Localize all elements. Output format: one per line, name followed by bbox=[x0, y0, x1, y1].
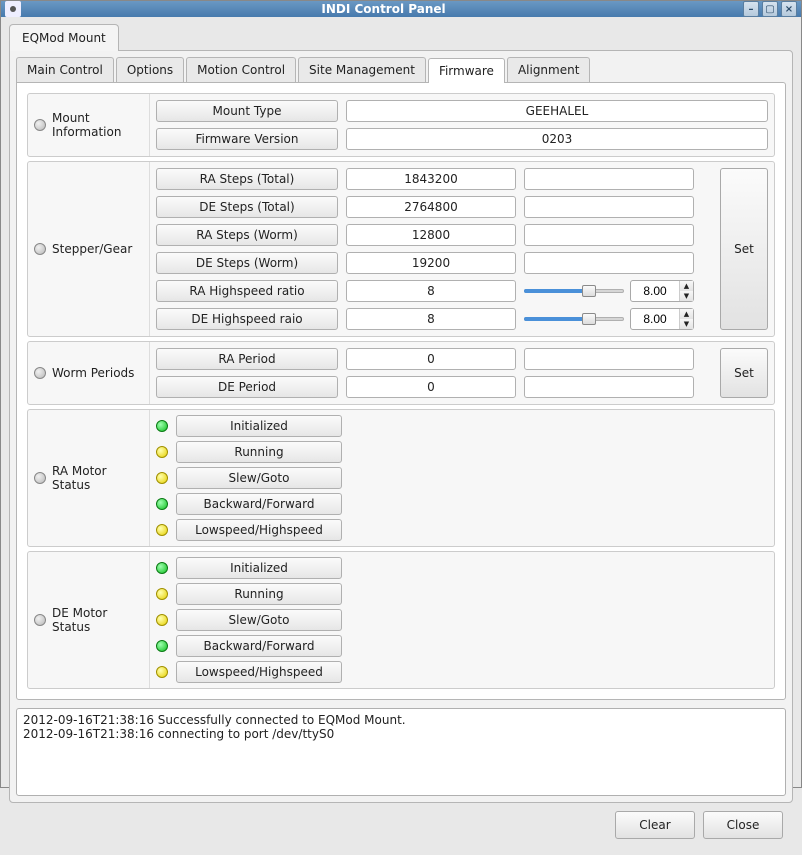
field-value: 0 bbox=[346, 348, 516, 370]
led-icon bbox=[156, 472, 168, 484]
field-label: RA Highspeed ratio bbox=[156, 280, 338, 302]
status-label: Backward/Forward bbox=[176, 493, 342, 515]
field-label: DE Highspeed raio bbox=[156, 308, 338, 330]
ra-highspeed-slider[interactable] bbox=[524, 285, 624, 297]
spin-up-icon[interactable]: ▲ bbox=[680, 281, 693, 291]
tab-firmware[interactable]: Firmware bbox=[428, 58, 505, 83]
titlebar: INDI Control Panel – ▢ × bbox=[1, 1, 801, 17]
field-label: RA Period bbox=[156, 348, 338, 370]
stepper-set-button[interactable]: Set bbox=[720, 168, 768, 330]
group-title: RA Motor Status bbox=[52, 464, 143, 492]
led-icon bbox=[156, 420, 168, 432]
group-stepper-gear: Stepper/Gear RA Steps (Total) 1843200 DE… bbox=[27, 161, 775, 337]
spin-down-icon[interactable]: ▼ bbox=[680, 291, 693, 301]
field-input[interactable] bbox=[524, 224, 694, 246]
group-title: DE Motor Status bbox=[52, 606, 143, 634]
spin-value[interactable] bbox=[631, 309, 679, 329]
section-tabset: Main Control Options Motion Control Site… bbox=[16, 57, 786, 82]
status-label: Slew/Goto bbox=[176, 467, 342, 489]
firmware-version-label: Firmware Version bbox=[156, 128, 338, 150]
group-worm-periods: Worm Periods RA Period 0 DE Period 0 bbox=[27, 341, 775, 405]
worm-set-button[interactable]: Set bbox=[720, 348, 768, 398]
client-area: EQMod Mount Main Control Options Motion … bbox=[1, 17, 801, 855]
group-ra-motor-status: RA Motor Status Initialized Running Slew… bbox=[27, 409, 775, 547]
led-icon bbox=[156, 614, 168, 626]
window-title: INDI Control Panel bbox=[27, 2, 740, 16]
led-icon bbox=[156, 562, 168, 574]
led-icon bbox=[156, 446, 168, 458]
field-value: 8 bbox=[346, 280, 516, 302]
device-tabset: EQMod Mount bbox=[9, 23, 793, 50]
footer: Clear Close bbox=[9, 803, 793, 849]
tab-eqmod-mount[interactable]: EQMod Mount bbox=[9, 24, 119, 51]
close-window-button[interactable]: × bbox=[781, 1, 797, 17]
firmware-panel: Mount Information Mount Type GEEHALEL Fi… bbox=[16, 82, 786, 700]
status-label: Lowspeed/Highspeed bbox=[176, 519, 342, 541]
log-console[interactable]: 2012-09-16T21:38:16 Successfully connect… bbox=[16, 708, 786, 796]
field-input[interactable] bbox=[524, 348, 694, 370]
field-input[interactable] bbox=[524, 196, 694, 218]
group-title: Stepper/Gear bbox=[52, 242, 132, 256]
led-icon bbox=[156, 588, 168, 600]
status-label: Slew/Goto bbox=[176, 609, 342, 631]
de-highspeed-spin[interactable]: ▲▼ bbox=[630, 308, 694, 330]
spin-down-icon[interactable]: ▼ bbox=[680, 319, 693, 329]
spin-up-icon[interactable]: ▲ bbox=[680, 309, 693, 319]
status-label: Running bbox=[176, 583, 342, 605]
status-label: Backward/Forward bbox=[176, 635, 342, 657]
app-icon bbox=[5, 1, 21, 17]
mount-type-value: GEEHALEL bbox=[346, 100, 768, 122]
field-label: DE Steps (Total) bbox=[156, 196, 338, 218]
spin-value[interactable] bbox=[631, 281, 679, 301]
status-led-icon bbox=[34, 472, 46, 484]
de-highspeed-slider[interactable] bbox=[524, 313, 624, 325]
minimize-button[interactable]: – bbox=[743, 1, 759, 17]
tab-options[interactable]: Options bbox=[116, 57, 184, 82]
firmware-version-value: 0203 bbox=[346, 128, 768, 150]
group-mount-information: Mount Information Mount Type GEEHALEL Fi… bbox=[27, 93, 775, 157]
led-icon bbox=[156, 640, 168, 652]
status-led-icon bbox=[34, 367, 46, 379]
status-label: Initialized bbox=[176, 557, 342, 579]
status-label: Lowspeed/Highspeed bbox=[176, 661, 342, 683]
log-line: 2012-09-16T21:38:16 Successfully connect… bbox=[23, 713, 406, 727]
field-label: DE Period bbox=[156, 376, 338, 398]
field-value: 12800 bbox=[346, 224, 516, 246]
group-de-motor-status: DE Motor Status Initialized Running Slew… bbox=[27, 551, 775, 689]
led-icon bbox=[156, 524, 168, 536]
status-led-icon bbox=[34, 614, 46, 626]
tab-main-control[interactable]: Main Control bbox=[16, 57, 114, 82]
field-label: RA Steps (Total) bbox=[156, 168, 338, 190]
maximize-button[interactable]: ▢ bbox=[762, 1, 778, 17]
status-label: Initialized bbox=[176, 415, 342, 437]
tab-site-management[interactable]: Site Management bbox=[298, 57, 426, 82]
status-led-icon bbox=[34, 243, 46, 255]
log-line: 2012-09-16T21:38:16 connecting to port /… bbox=[23, 727, 334, 741]
main-window: INDI Control Panel – ▢ × EQMod Mount Mai… bbox=[0, 0, 802, 788]
clear-button[interactable]: Clear bbox=[615, 811, 695, 839]
close-button[interactable]: Close bbox=[703, 811, 783, 839]
led-icon bbox=[156, 498, 168, 510]
group-title: Mount Information bbox=[52, 111, 143, 139]
mount-type-label: Mount Type bbox=[156, 100, 338, 122]
tab-motion-control[interactable]: Motion Control bbox=[186, 57, 296, 82]
field-input[interactable] bbox=[524, 252, 694, 274]
device-panel: Main Control Options Motion Control Site… bbox=[9, 50, 793, 803]
field-value: 0 bbox=[346, 376, 516, 398]
field-value: 19200 bbox=[346, 252, 516, 274]
field-label: DE Steps (Worm) bbox=[156, 252, 338, 274]
led-icon bbox=[156, 666, 168, 678]
field-value: 2764800 bbox=[346, 196, 516, 218]
status-label: Running bbox=[176, 441, 342, 463]
field-value: 8 bbox=[346, 308, 516, 330]
field-input[interactable] bbox=[524, 168, 694, 190]
field-input[interactable] bbox=[524, 376, 694, 398]
status-led-icon bbox=[34, 119, 46, 131]
group-title: Worm Periods bbox=[52, 366, 134, 380]
field-value: 1843200 bbox=[346, 168, 516, 190]
ra-highspeed-spin[interactable]: ▲▼ bbox=[630, 280, 694, 302]
tab-alignment[interactable]: Alignment bbox=[507, 57, 590, 82]
field-label: RA Steps (Worm) bbox=[156, 224, 338, 246]
